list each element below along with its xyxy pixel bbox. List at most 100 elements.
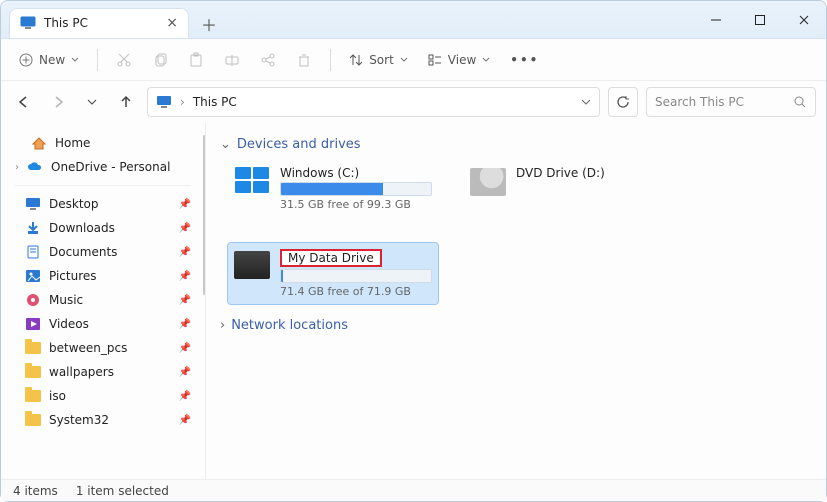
folder-icon — [25, 268, 41, 284]
sidebar-item-home[interactable]: Home — [5, 131, 201, 155]
command-bar: New Sort View ••• — [1, 39, 826, 81]
group-network-header[interactable]: › Network locations — [220, 318, 812, 333]
tab-this-pc[interactable]: This PC × — [9, 8, 189, 38]
status-item-count: 4 items — [13, 484, 58, 498]
trash-icon — [296, 52, 312, 68]
cloud-icon — [27, 159, 43, 175]
home-icon — [31, 135, 47, 151]
sidebar-item-wallpapers[interactable]: wallpapers 📌 — [5, 360, 201, 384]
sidebar-item-between_pcs[interactable]: between_pcs 📌 — [5, 336, 201, 360]
chevron-right-icon[interactable]: › — [15, 162, 19, 173]
folder-icon — [25, 340, 41, 356]
drive-rename-field[interactable]: My Data Drive — [280, 249, 382, 267]
refresh-button[interactable] — [608, 87, 638, 117]
chevron-down-icon — [400, 56, 408, 64]
pin-icon[interactable]: 📌 — [179, 343, 191, 354]
pin-icon[interactable]: 📌 — [179, 367, 191, 378]
sidebar-item-label: iso — [49, 389, 66, 403]
sidebar-item-label: between_pcs — [49, 341, 127, 355]
sidebar-item-label: Pictures — [49, 269, 97, 283]
sidebar-item-music[interactable]: Music 📌 — [5, 288, 201, 312]
new-label: New — [39, 53, 65, 67]
close-window-button[interactable] — [782, 1, 826, 39]
view-label: View — [448, 53, 476, 67]
search-placeholder: Search This PC — [655, 95, 744, 109]
sidebar-item-label: Documents — [49, 245, 117, 259]
sidebar-item-label: Downloads — [49, 221, 115, 235]
drive-free-text: 31.5 GB free of 99.3 GB — [280, 198, 432, 211]
address-bar[interactable]: › This PC — [147, 87, 600, 117]
pin-icon[interactable]: 📌 — [179, 295, 191, 306]
forward-button[interactable] — [45, 89, 71, 115]
pin-icon[interactable]: 📌 — [179, 199, 191, 210]
drive-c[interactable]: Windows (C:) 31.5 GB free of 99.3 GB — [228, 160, 438, 217]
sidebar-item-desktop[interactable]: Desktop📌 — [5, 192, 201, 216]
rename-button[interactable] — [216, 45, 248, 75]
sidebar-item-onedrive[interactable]: › OneDrive - Personal — [5, 155, 201, 179]
folder-icon — [25, 316, 41, 332]
search-icon — [793, 95, 807, 109]
drive-free-text: 71.4 GB free of 71.9 GB — [280, 285, 432, 298]
sidebar-item-downloads[interactable]: Downloads 📌 — [5, 216, 201, 240]
up-button[interactable] — [113, 89, 139, 115]
group-devices-header[interactable]: ⌄ Devices and drives — [220, 137, 812, 152]
chevron-down-icon: ⌄ — [220, 137, 231, 152]
sidebar-item-label: Music — [49, 293, 83, 307]
navigation-pane: Home › OneDrive - Personal Desktop📌Downl… — [1, 123, 206, 479]
pin-icon[interactable]: 📌 — [179, 271, 191, 282]
folder-icon — [25, 388, 41, 404]
folder-icon — [25, 196, 41, 212]
sort-button[interactable]: Sort — [341, 45, 416, 75]
sidebar-item-pictures[interactable]: Pictures 📌 — [5, 264, 201, 288]
scissors-icon — [116, 52, 132, 68]
pin-icon[interactable]: 📌 — [179, 247, 191, 258]
folder-icon — [25, 412, 41, 428]
recent-button[interactable] — [79, 89, 105, 115]
more-button[interactable]: ••• — [502, 45, 547, 75]
breadcrumb-this-pc[interactable]: This PC — [193, 95, 237, 109]
group-label: Devices and drives — [237, 137, 361, 152]
back-button[interactable] — [11, 89, 37, 115]
sidebar-item-documents[interactable]: Documents 📌 — [5, 240, 201, 264]
dvd-drive-icon — [470, 168, 506, 196]
sidebar-item-system32[interactable]: System32 📌 — [5, 408, 201, 432]
sidebar-item-label: Videos — [49, 317, 89, 331]
drive-dvd[interactable]: DVD Drive (D:) — [464, 160, 674, 217]
view-button[interactable]: View — [420, 45, 498, 75]
content-pane: ⌄ Devices and drives Windows (C:) 31.5 G… — [206, 123, 826, 479]
windows-drive-icon — [234, 166, 270, 194]
address-dropdown-icon[interactable] — [581, 97, 591, 107]
folder-icon — [25, 220, 41, 236]
sidebar-item-iso[interactable]: iso 📌 — [5, 384, 201, 408]
cut-button[interactable] — [108, 45, 140, 75]
folder-icon — [25, 244, 41, 260]
pin-icon[interactable]: 📌 — [179, 415, 191, 426]
paste-button[interactable] — [180, 45, 212, 75]
pin-icon[interactable]: 📌 — [179, 223, 191, 234]
pin-icon[interactable]: 📌 — [179, 391, 191, 402]
minimize-button[interactable] — [694, 1, 738, 39]
new-tab-button[interactable]: ＋ — [195, 10, 223, 38]
tab-title: This PC — [44, 16, 88, 30]
hdd-icon — [234, 251, 270, 279]
sidebar-item-label: wallpapers — [49, 365, 114, 379]
usage-bar — [280, 182, 432, 196]
delete-button[interactable] — [288, 45, 320, 75]
maximize-button[interactable] — [738, 1, 782, 39]
drive-data[interactable]: My Data Drive 71.4 GB free of 71.9 GB — [228, 243, 438, 304]
copy-button[interactable] — [144, 45, 176, 75]
plus-circle-icon — [19, 53, 33, 67]
splitter-handle[interactable] — [203, 135, 206, 295]
chevron-right-icon: › — [180, 95, 185, 109]
sidebar-item-videos[interactable]: Videos 📌 — [5, 312, 201, 336]
sidebar-item-label: System32 — [49, 413, 109, 427]
sort-label: Sort — [369, 53, 394, 67]
pc-icon — [20, 15, 36, 31]
search-box[interactable]: Search This PC — [646, 87, 816, 117]
share-button[interactable] — [252, 45, 284, 75]
view-icon — [428, 53, 442, 67]
pin-icon[interactable]: 📌 — [179, 319, 191, 330]
close-tab-icon[interactable]: × — [166, 15, 178, 31]
chevron-down-icon — [482, 56, 490, 64]
new-button[interactable]: New — [11, 45, 87, 75]
